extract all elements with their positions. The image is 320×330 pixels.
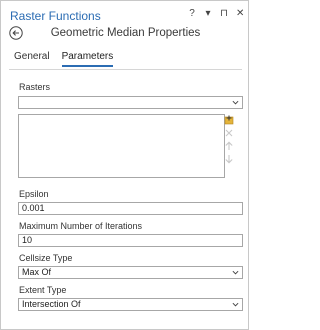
extent-type-label: Extent Type	[19, 285, 67, 295]
move-down-icon[interactable]	[224, 154, 234, 164]
chevron-down-icon	[232, 100, 239, 105]
title-bar: Raster Functions ? ▾ ⊓ ✕	[1, 1, 250, 25]
list-toolbar	[224, 115, 234, 167]
extent-type-value: Intersection Of	[22, 299, 81, 309]
pane-title: Raster Functions	[10, 9, 101, 23]
rasters-label: Rasters	[19, 82, 51, 92]
raster-functions-pane: Raster Functions ? ▾ ⊓ ✕ Geometric Media…	[0, 0, 249, 330]
max-iterations-value: 10	[22, 235, 33, 245]
extent-type-dropdown[interactable]: Intersection Of	[18, 298, 243, 311]
max-iterations-label: Maximum Number of Iterations	[19, 221, 143, 231]
tab-strip: General Parameters	[14, 51, 114, 67]
rasters-list[interactable]	[18, 114, 225, 178]
epsilon-input[interactable]: 0.001	[18, 202, 243, 215]
function-properties-title: Geometric Median Properties	[50, 27, 201, 39]
close-icon[interactable]: ✕	[236, 9, 244, 19]
tab-general[interactable]: General	[14, 51, 50, 67]
chevron-down-icon	[232, 302, 239, 307]
auto-hide-icon[interactable]: ⊓	[220, 9, 228, 19]
cellsize-type-label: Cellsize Type	[19, 253, 73, 263]
title-bar-controls: ? ▾ ⊓ ✕	[188, 9, 244, 19]
epsilon-value: 0.001	[22, 203, 45, 213]
max-iterations-input[interactable]: 10	[18, 234, 243, 247]
tab-parameters[interactable]: Parameters	[61, 51, 114, 67]
chevron-down-icon	[232, 270, 239, 275]
cellsize-type-dropdown[interactable]: Max Of	[18, 266, 243, 279]
add-icon[interactable]	[224, 115, 234, 125]
menu-dropdown-icon[interactable]: ▾	[204, 9, 212, 19]
cellsize-type-value: Max Of	[22, 267, 52, 277]
parameters-panel: Rasters Epsilon 0.001 Maximum Number of …	[9, 69, 243, 324]
rasters-dropdown[interactable]	[18, 96, 243, 109]
remove-icon[interactable]	[224, 128, 234, 138]
epsilon-label: Epsilon	[19, 189, 49, 199]
help-icon[interactable]: ?	[188, 9, 196, 19]
move-up-icon[interactable]	[224, 141, 234, 151]
